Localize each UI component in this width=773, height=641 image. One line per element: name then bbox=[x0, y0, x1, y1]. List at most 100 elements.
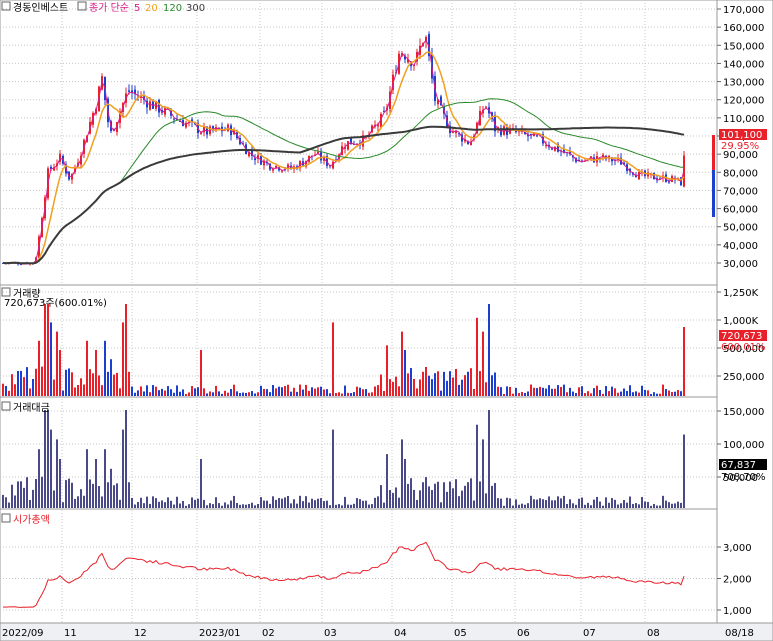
amount-bar bbox=[11, 484, 13, 508]
volume-bar bbox=[458, 384, 460, 396]
amount-bar bbox=[362, 500, 364, 508]
volume-bar bbox=[32, 378, 34, 396]
amount-bar bbox=[605, 497, 607, 508]
amount-bar bbox=[623, 500, 625, 508]
amount-bar bbox=[92, 483, 94, 508]
candle-body bbox=[638, 171, 640, 180]
volume-bar bbox=[683, 327, 685, 396]
amount-bar bbox=[437, 481, 439, 508]
amount-bar bbox=[35, 479, 37, 508]
amount-bar bbox=[140, 497, 142, 508]
amount-bar bbox=[656, 505, 658, 508]
amount-bar bbox=[557, 496, 559, 508]
price-tick-label: 80,000 bbox=[723, 168, 758, 179]
amount-bar bbox=[425, 477, 427, 508]
stock-chart[interactable]: 170,000 160,000 150,000 140,000 130,000 120,0… bbox=[0, 0, 773, 641]
volume-bar bbox=[140, 386, 142, 396]
amount-bar bbox=[488, 410, 490, 508]
amount-bar bbox=[479, 481, 481, 508]
amount-bar bbox=[608, 502, 610, 508]
amount-bar bbox=[632, 503, 634, 508]
volume-bar bbox=[503, 393, 505, 396]
volume-bar bbox=[299, 384, 301, 396]
price-tick-label: 130,000 bbox=[723, 78, 764, 89]
volume-bar bbox=[566, 392, 568, 396]
volume-bar bbox=[272, 385, 274, 396]
volume-bar bbox=[479, 371, 481, 396]
amount-bar bbox=[440, 502, 442, 508]
amount-bar bbox=[239, 504, 241, 508]
volume-bar bbox=[50, 322, 52, 396]
amount-bar bbox=[371, 504, 373, 508]
volume-bar bbox=[413, 379, 415, 396]
volume-bar bbox=[224, 390, 226, 396]
amount-bar bbox=[554, 500, 556, 508]
amount-bar bbox=[668, 502, 670, 508]
price-panel[interactable] bbox=[0, 0, 718, 286]
amount-bar bbox=[569, 499, 571, 508]
amount-bar bbox=[212, 504, 214, 508]
price-tick-label: 150,000 bbox=[723, 41, 764, 52]
volume-bar bbox=[434, 373, 436, 396]
volume-bar bbox=[524, 392, 526, 396]
amount-bar bbox=[110, 468, 112, 508]
volume-bar bbox=[341, 393, 343, 396]
volume-bar bbox=[68, 368, 70, 396]
volume-bar bbox=[278, 386, 280, 396]
volume-bar bbox=[239, 393, 241, 396]
candle-body bbox=[149, 101, 151, 110]
amount-bar bbox=[464, 485, 466, 508]
volume-bar bbox=[14, 384, 16, 396]
amount-bar bbox=[446, 491, 448, 508]
volume-bar bbox=[554, 388, 556, 396]
amount-bar bbox=[335, 504, 337, 508]
amount-bar bbox=[275, 499, 277, 508]
volume-bar bbox=[548, 385, 550, 396]
volume-bar bbox=[266, 389, 268, 396]
amount-bar bbox=[296, 503, 298, 508]
amount-bar bbox=[8, 502, 10, 508]
amount-bar bbox=[251, 502, 253, 508]
amount-bar bbox=[485, 493, 487, 508]
volume-bar bbox=[590, 393, 592, 396]
volume-bar bbox=[197, 387, 199, 396]
volume-bar bbox=[557, 385, 559, 396]
x-tick-label: 2023/01 bbox=[199, 628, 241, 639]
volume-bar bbox=[335, 393, 337, 396]
amount-bar bbox=[266, 500, 268, 508]
amount-bar bbox=[137, 501, 139, 508]
volume-bar bbox=[254, 393, 256, 396]
volume-readout: 720,673주(600.01%) bbox=[4, 298, 107, 309]
amount-bar bbox=[413, 489, 415, 508]
volume-bar bbox=[386, 345, 388, 396]
amount-bar bbox=[500, 498, 502, 508]
volume-bar bbox=[677, 390, 679, 396]
amount-bar bbox=[662, 495, 664, 508]
volume-bar bbox=[65, 369, 67, 396]
volume-bar bbox=[23, 377, 25, 396]
candle-body bbox=[128, 90, 130, 92]
volume-bar bbox=[134, 392, 136, 396]
volume-bar bbox=[29, 388, 31, 396]
volume-bar bbox=[374, 386, 376, 396]
amount-bar bbox=[77, 496, 79, 508]
amount-bar bbox=[617, 504, 619, 508]
volume-bar bbox=[257, 392, 259, 396]
volume-bar bbox=[350, 393, 352, 396]
amount-bar bbox=[524, 504, 526, 508]
volume-bar bbox=[74, 387, 76, 396]
amount-bar bbox=[302, 501, 304, 508]
amount-bar bbox=[422, 482, 424, 508]
volume-bar bbox=[59, 350, 61, 396]
amount-bar bbox=[116, 483, 118, 508]
volume-bar bbox=[38, 340, 40, 396]
amount-bar bbox=[332, 429, 334, 508]
amount-bar bbox=[578, 498, 580, 508]
amount-bar bbox=[278, 498, 280, 508]
volume-bar bbox=[203, 388, 205, 396]
amount-bar bbox=[89, 479, 91, 508]
volume-bar bbox=[263, 388, 265, 396]
volume-bar bbox=[518, 392, 520, 396]
amount-title: 거래대금 bbox=[13, 402, 50, 414]
volume-bar bbox=[269, 392, 271, 396]
